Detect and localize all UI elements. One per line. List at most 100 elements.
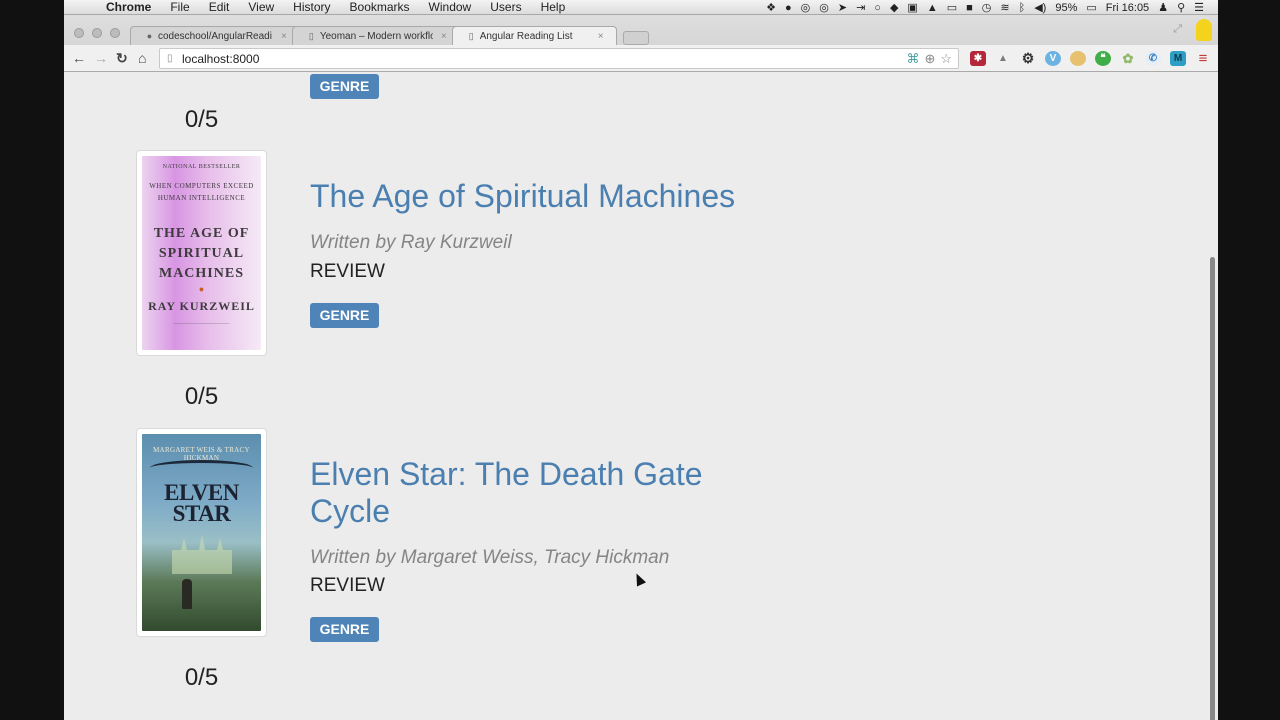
bookmark-star-icon[interactable]: ☆ xyxy=(940,51,952,67)
dropbox-icon[interactable]: ❖ xyxy=(766,1,776,15)
book-title-link[interactable]: The Age of Spiritual Machines xyxy=(310,178,790,215)
tab-yeoman[interactable]: ▯ Yeoman – Modern workflo × xyxy=(291,26,460,45)
notification-center-icon[interactable]: ☰ xyxy=(1194,1,1204,15)
menu-help[interactable]: Help xyxy=(541,0,566,14)
bluetooth-icon[interactable]: ᛒ xyxy=(1019,1,1026,15)
tab-label: codeschool/AngularReadi xyxy=(158,30,272,42)
menu-history[interactable]: History xyxy=(293,0,330,14)
wifi-icon[interactable]: ≋ xyxy=(1000,1,1009,15)
hangouts-icon[interactable]: ❝ xyxy=(1095,51,1111,66)
book-author: Written by Margaret Weiss, Tracy Hickman xyxy=(310,547,670,568)
close-tab-icon[interactable]: × xyxy=(281,31,287,42)
book-rating: 0/5 xyxy=(184,664,219,691)
page-icon: ▯ xyxy=(308,31,314,41)
book-cover-image: NATIONAL BESTSELLER WHEN COMPUTERS EXCEE… xyxy=(142,156,261,350)
fullscreen-icon[interactable]: ⤢ xyxy=(1173,23,1182,36)
lightbulb-icon[interactable]: ◎ xyxy=(801,1,811,15)
dragon-wing-graphic xyxy=(150,460,253,476)
clock[interactable]: Fri 16:05 xyxy=(1106,1,1149,15)
close-window-button[interactable] xyxy=(74,28,84,38)
page-icon: ▯ xyxy=(167,53,173,64)
menu-file[interactable]: File xyxy=(170,0,189,14)
menu-bookmarks[interactable]: Bookmarks xyxy=(350,0,410,14)
battery-percent[interactable]: 95% xyxy=(1055,1,1077,15)
cover-text: MARGARET WEIS & TRACY HICKMAN xyxy=(153,446,250,462)
menu-window[interactable]: Window xyxy=(429,0,472,14)
github-icon: ● xyxy=(146,31,153,41)
lastpass-icon[interactable]: ✱ xyxy=(970,51,986,66)
publisher-logo-icon: ● xyxy=(198,284,205,294)
new-tab-button[interactable] xyxy=(622,31,649,45)
notifier-icon[interactable]: ▲ xyxy=(995,51,1011,66)
book-cover[interactable]: MARGARET WEIS & TRACY HICKMAN ELVEN STAR xyxy=(136,428,267,637)
minimize-window-button[interactable] xyxy=(92,28,102,38)
spotlight-icon[interactable]: ⚲ xyxy=(1177,1,1185,15)
cover-fine-print: —————————————— xyxy=(173,320,230,325)
tab-label: Yeoman – Modern workflo xyxy=(319,30,433,42)
back-arrow-icon[interactable]: ← xyxy=(72,50,86,66)
m-extension-icon[interactable]: M xyxy=(1170,51,1186,66)
user-icon[interactable]: ♟ xyxy=(1158,1,1168,15)
book-cover-image: MARGARET WEIS & TRACY HICKMAN ELVEN STAR xyxy=(142,434,261,631)
time-machine-icon[interactable]: ◷ xyxy=(982,1,992,15)
tab-strip: ● codeschool/AngularReadi × ▯ Yeoman – M… xyxy=(130,25,649,45)
menu-edit[interactable]: Edit xyxy=(209,0,230,14)
chrome-menu-icon[interactable]: ≡ xyxy=(1195,51,1211,66)
browser-window-chrome: ● codeschool/AngularReadi × ▯ Yeoman – M… xyxy=(64,15,1218,72)
reload-icon[interactable]: ↻ xyxy=(116,50,128,66)
menu-chrome[interactable]: Chrome xyxy=(106,0,151,14)
arrow-in-icon[interactable]: ⇥ xyxy=(856,1,865,15)
airplay-icon[interactable]: ▭ xyxy=(947,1,957,15)
book-review: REVIEW xyxy=(310,261,385,282)
screen: Chrome File Edit View History Bookmarks … xyxy=(0,0,1280,720)
tab-codeschool[interactable]: ● codeschool/AngularReadi × xyxy=(130,26,300,45)
book-rating: 0/5 xyxy=(184,383,219,410)
evernote-icon[interactable]: ◆ xyxy=(890,1,898,15)
vertical-scrollbar[interactable] xyxy=(1210,257,1215,720)
mac-menubar: Chrome File Edit View History Bookmarks … xyxy=(64,0,1218,15)
omnibox-actions: ⌘ ⊕ ☆ xyxy=(906,51,952,67)
video-icon[interactable]: ▣ xyxy=(907,1,917,15)
cover-text: ELVEN xyxy=(164,480,239,505)
pug-icon[interactable] xyxy=(1070,51,1086,66)
cover-text: WHEN COMPUTERS EXCEED xyxy=(149,182,254,190)
menu-users[interactable]: Users xyxy=(490,0,521,14)
address-bar[interactable]: ▯ localhost:8000 ⌘ ⊕ ☆ xyxy=(159,48,959,69)
menu-view[interactable]: View xyxy=(248,0,274,14)
tab-angular-reading-list[interactable]: ▯ Angular Reading List × xyxy=(451,26,617,45)
home-icon[interactable]: ⌂ xyxy=(138,50,146,66)
zoom-window-button[interactable] xyxy=(110,28,120,38)
phone-icon[interactable]: ✆ xyxy=(1145,51,1161,66)
book-author: Written by Ray Kurzweil xyxy=(310,232,512,253)
genre-badge[interactable]: GENRE xyxy=(310,617,379,642)
close-tab-icon[interactable]: × xyxy=(441,31,447,42)
book-cover[interactable]: NATIONAL BESTSELLER WHEN COMPUTERS EXCEE… xyxy=(136,150,267,356)
book-title-link[interactable]: Elven Star: The Death Gate Cycle xyxy=(310,456,790,530)
forward-icon[interactable]: ➤ xyxy=(838,1,847,15)
cover-text: HUMAN INTELLIGENCE xyxy=(157,194,246,202)
battery-icon[interactable]: ▭ xyxy=(1086,1,1096,15)
v-extension-icon[interactable]: V xyxy=(1045,51,1061,66)
notification-icon[interactable]: ▲ xyxy=(927,1,938,15)
book-rating: 0/5 xyxy=(184,106,219,133)
close-tab-icon[interactable]: × xyxy=(598,31,604,42)
forward-arrow-icon[interactable]: → xyxy=(94,50,108,66)
location-icon[interactable]: ● xyxy=(785,1,792,15)
zoom-magnifier-icon[interactable]: ⊕ xyxy=(924,51,935,67)
genre-badge[interactable]: GENRE xyxy=(310,74,379,99)
volume-icon[interactable]: ◀) xyxy=(1034,1,1046,15)
battery-meter-icon[interactable]: ■ xyxy=(966,1,973,15)
extension-icons: ✱ ▲ ⚙ V ❝ ✿ ✆ M ≡ xyxy=(970,51,1211,66)
tab-label: Angular Reading List xyxy=(479,30,573,42)
book-review: REVIEW xyxy=(310,575,385,596)
profile-avatar-icon[interactable] xyxy=(1196,19,1212,41)
chat-icon[interactable]: ○ xyxy=(874,1,881,15)
genre-badge[interactable]: GENRE xyxy=(310,303,379,328)
plant-icon[interactable]: ✿ xyxy=(1120,51,1136,66)
url-text[interactable]: localhost:8000 xyxy=(182,52,259,66)
cover-text: STAR xyxy=(172,501,231,526)
lightbulb-icon[interactable]: ◎ xyxy=(819,1,829,15)
page-icon: ▯ xyxy=(468,31,474,41)
network-icon[interactable]: ⌘ xyxy=(906,51,919,67)
settings-gear-icon[interactable]: ⚙ xyxy=(1020,51,1036,66)
